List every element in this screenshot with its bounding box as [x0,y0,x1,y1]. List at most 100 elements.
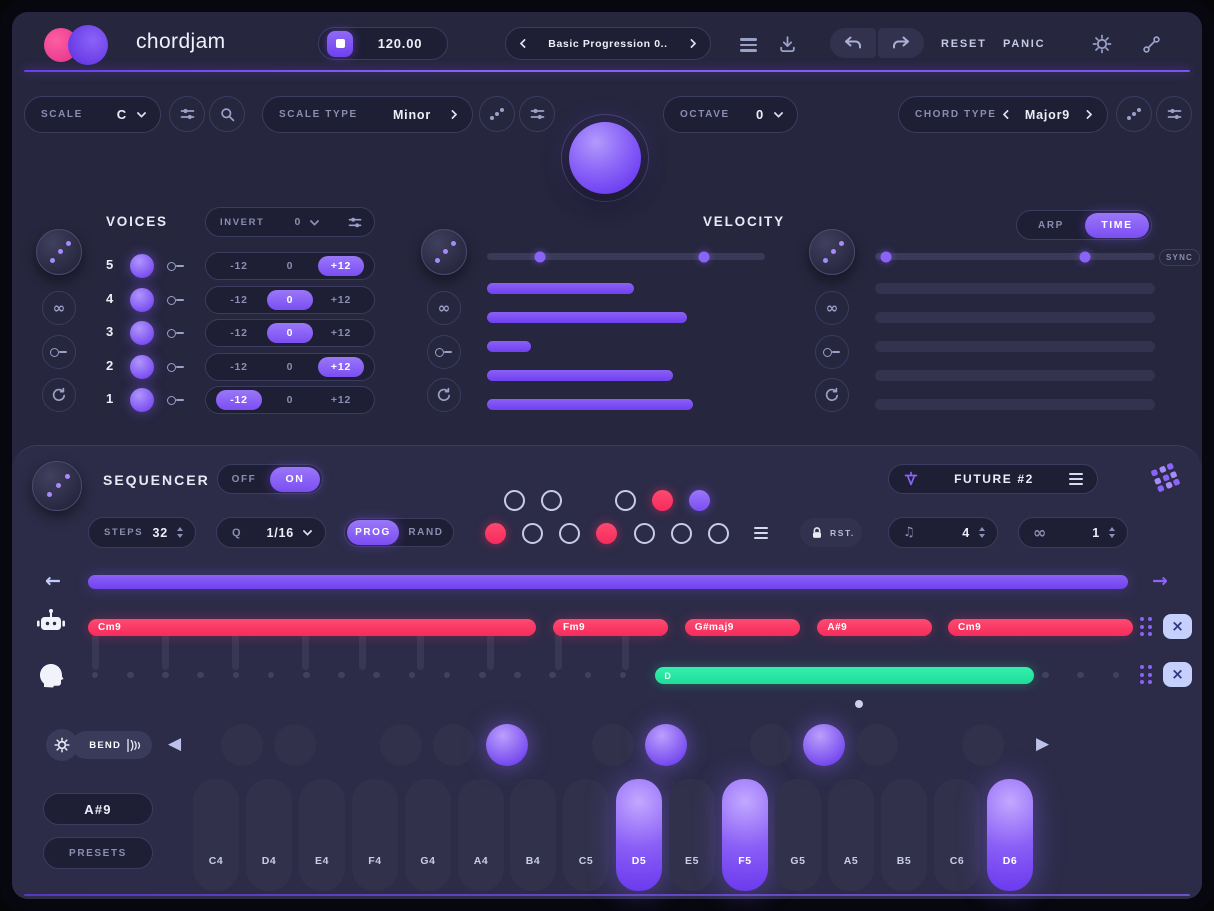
pad-C#5[interactable] [592,724,634,766]
key-A4[interactable]: A4 [458,779,504,891]
main-knob-cap[interactable] [569,122,641,194]
chord-block[interactable]: Fm9 [553,619,668,636]
note-division-stepper[interactable]: ♫ 4 [888,517,998,548]
scale-detect-button[interactable] [209,96,245,132]
time-bar[interactable] [875,370,1155,381]
reset-button[interactable]: RESET [941,38,987,50]
note-step-dot[interactable] [373,671,380,679]
loop-count-value[interactable]: 1 [1092,526,1100,540]
voice-key-icon[interactable] [167,261,185,271]
step-list-button[interactable] [751,524,771,542]
prog-option[interactable]: PROG [347,520,399,545]
chord-row-drag-handle[interactable] [1140,617,1152,636]
voices-randomize-knob[interactable] [36,229,82,275]
chord-random-button[interactable] [1116,96,1152,132]
key-A5[interactable]: A5 [828,779,874,891]
seq-scroll-right-icon[interactable]: → [1152,570,1168,592]
transpose-option[interactable]: 0 [267,390,313,410]
arp-option[interactable]: ARP [1017,220,1085,231]
key-E5[interactable]: E5 [669,779,715,891]
seq-step-1-2[interactable] [540,489,562,511]
settings-button[interactable] [1091,33,1113,55]
undo-button[interactable] [830,28,876,58]
quantize-value[interactable]: 1/16 [266,526,294,540]
invert-value[interactable]: 0 [295,216,302,228]
main-knob[interactable] [561,114,649,202]
velocity-bar[interactable] [487,399,693,410]
seq-step-2-2[interactable] [521,522,543,544]
voices-keylock-button[interactable] [42,335,76,369]
voice-key-icon[interactable] [167,362,185,372]
voice-key-icon[interactable] [167,295,185,305]
pad-D#5[interactable] [645,724,687,766]
transpose-option[interactable]: +12 [318,357,364,377]
voice-toggle[interactable] [130,288,154,312]
transpose-option[interactable]: 0 [267,256,313,276]
note-step-dot[interactable] [338,671,345,679]
key-D4[interactable]: D4 [246,779,292,891]
pad-C#4[interactable] [221,724,263,766]
note-step-dot[interactable] [162,671,169,679]
seq-step-1-5[interactable] [651,489,673,511]
time-keylock-button[interactable] [815,335,849,369]
invert-tune-icon[interactable] [348,216,362,229]
chord-block[interactable]: A#9 [817,619,933,636]
chord-settings-button[interactable] [1156,96,1192,132]
time-range-thumb[interactable] [1079,251,1091,262]
voice-transpose-selector[interactable]: -12 0 +12 [205,353,375,381]
presets-button[interactable]: PRESETS [43,837,153,869]
time-bar[interactable] [875,399,1155,410]
pad-F#4[interactable] [380,724,422,766]
voice-toggle[interactable] [130,388,154,412]
scale-chevron-icon[interactable] [136,108,147,119]
steps-value[interactable]: 32 [152,526,168,540]
voice-key-icon[interactable] [167,328,185,338]
transpose-option[interactable]: -12 [216,256,262,276]
chord-row-delete-button[interactable]: × [1163,614,1192,639]
seq-on-option[interactable]: ON [270,466,320,492]
seq-preset-selector[interactable]: FUTURE #2 [888,464,1098,494]
voice-transpose-selector[interactable]: -12 0 +12 [205,386,375,414]
page-indicator-dot[interactable] [855,700,863,708]
transpose-option[interactable]: -12 [216,290,262,310]
chord-type-selector[interactable]: CHORD TYPE Major9 [898,96,1108,133]
seq-off-option[interactable]: OFF [218,474,270,485]
scale-tune-button[interactable] [169,96,205,132]
time-bar[interactable] [875,341,1155,352]
head-icon[interactable] [38,660,64,688]
seq-step-2-3[interactable] [559,522,581,544]
chord-type-prev-icon[interactable] [1002,109,1013,120]
voice-transpose-selector[interactable]: -12 0 +12 [205,319,375,347]
note-step-dot[interactable] [1042,671,1049,679]
note-step-dot[interactable] [549,671,556,679]
voices-reset-button[interactable] [42,378,76,412]
transpose-option[interactable]: +12 [318,256,364,276]
note-step-dot[interactable] [127,671,134,679]
voice-toggle[interactable] [130,254,154,278]
velocity-keylock-button[interactable] [427,335,461,369]
key-D6[interactable]: D6 [987,779,1033,891]
transpose-option[interactable]: -12 [216,357,262,377]
velocity-bar[interactable] [487,312,687,323]
note-bar[interactable]: D [655,667,1034,684]
scale-random-button[interactable] [479,96,515,132]
note-step-dot[interactable] [514,671,521,679]
seq-step-2-5[interactable] [633,522,655,544]
octave-chevron-icon[interactable] [773,108,784,119]
pad-A#4[interactable] [486,724,528,766]
voice-transpose-selector[interactable]: -12 0 +12 [205,286,375,314]
time-bar[interactable] [875,283,1155,294]
save-download-button[interactable] [776,33,798,55]
seq-scroll-left-icon[interactable]: ← [45,570,61,592]
transpose-option[interactable]: 0 [267,290,313,310]
steps-stepper[interactable]: STEPS 32 [88,517,196,548]
time-range-thumb[interactable] [880,251,892,262]
scale-selector[interactable]: SCALE C [24,96,161,133]
velocity-range-thumb[interactable] [698,251,710,262]
voice-transpose-selector[interactable]: -12 0 +12 [205,252,375,280]
chord-block[interactable]: G#maj9 [684,619,800,636]
transpose-option[interactable]: +12 [318,290,364,310]
octave-selector[interactable]: OCTAVE 0 [663,96,798,133]
scale-settings-button[interactable] [519,96,555,132]
seq-step-1-6[interactable] [688,489,710,511]
